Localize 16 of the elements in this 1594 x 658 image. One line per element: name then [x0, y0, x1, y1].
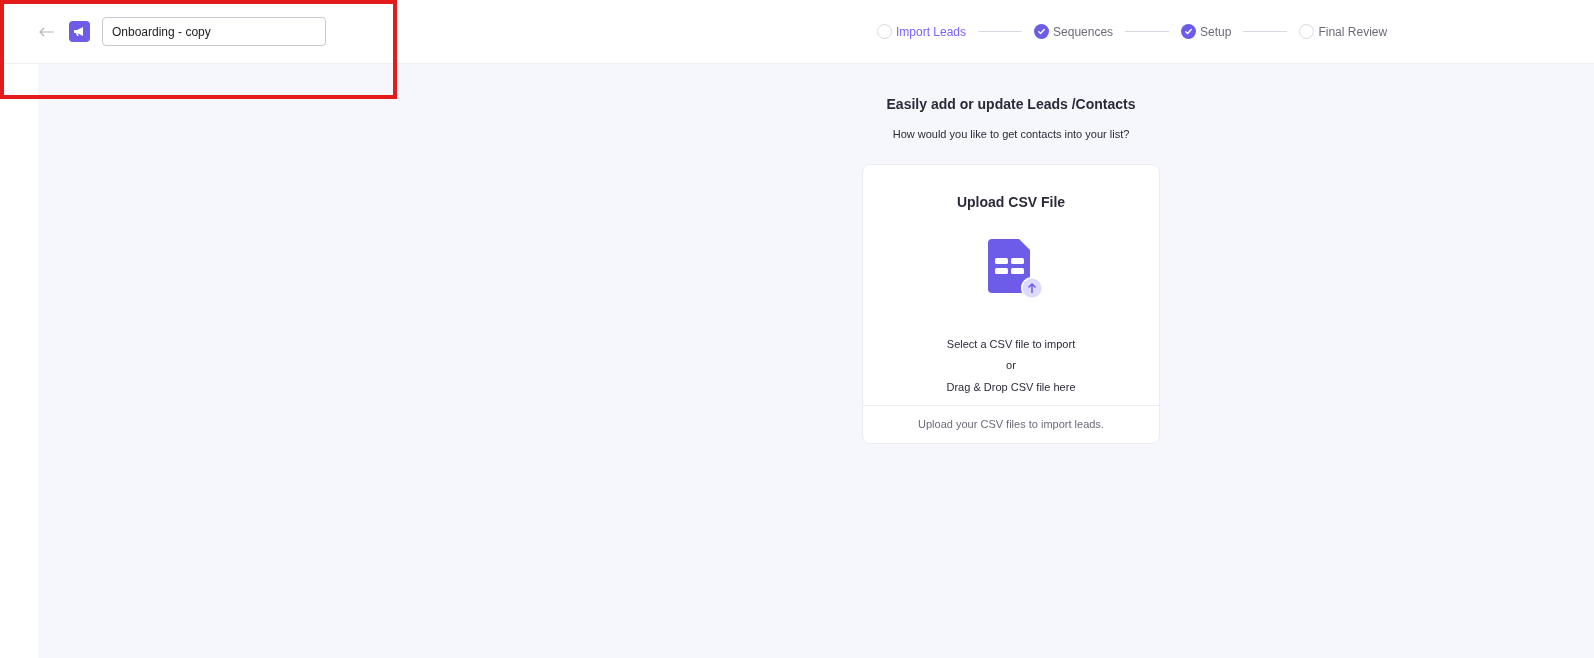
card-title: Upload CSV File [956, 192, 1066, 212]
step-tab[interactable]: Sequences [1053, 22, 1114, 41]
step-tab[interactable]: Import Leads [896, 22, 967, 41]
card-footer-text: Upload your CSV files to import leads. [918, 417, 1104, 432]
step-tab[interactable]: Final Review [1318, 22, 1388, 41]
csv-upload-icon [988, 237, 1044, 300]
campaign-name-field[interactable]: Onboarding - copy [102, 17, 326, 46]
upload-instruction: or [1006, 358, 1016, 373]
megaphone-icon [69, 21, 90, 42]
section-title: Easily add or update Leads /Contacts [886, 95, 1136, 114]
back-arrow-icon[interactable] [39, 26, 55, 37]
section-subtitle: How would you like to get contacts into your list? [892, 127, 1130, 142]
upload-instruction: Select a CSV file to import [946, 336, 1076, 352]
upload-card[interactable]: Upload CSV File Select a CSV file to import or Drag & Drop CSV file here Upload your CSV files to import leads. [862, 163, 1160, 444]
upload-instruction: Drag & Drop CSV file here [946, 379, 1076, 395]
step-tab[interactable]: Setup [1200, 22, 1232, 41]
